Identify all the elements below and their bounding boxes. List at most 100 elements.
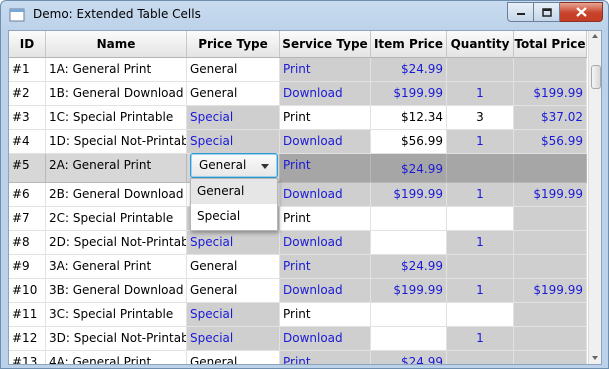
- table-row[interactable]: #1 1A: General Print General Print $24.9…: [9, 58, 587, 82]
- cell-name[interactable]: 1C: Special Printable: [46, 106, 187, 130]
- cell-name[interactable]: 1D: Special Not-Printable: [46, 130, 187, 154]
- cell-item-price[interactable]: $199.99: [371, 183, 447, 207]
- cell-price-type[interactable]: Special: [187, 231, 280, 255]
- cell-service-type[interactable]: Download: [280, 82, 371, 106]
- cell-service-type[interactable]: Print: [280, 154, 371, 183]
- cell-price-type[interactable]: Special: [187, 303, 280, 327]
- table-view[interactable]: ID Name Price Type Service Type Item Pri…: [8, 30, 602, 365]
- minimize-icon: [516, 13, 525, 15]
- table-row[interactable]: #4 1D: Special Not-Printable Special Dow…: [9, 130, 587, 154]
- cell-item-price[interactable]: $199.99: [371, 82, 447, 106]
- price-type-combo[interactable]: General: [190, 153, 278, 178]
- scroll-down-arrow-icon[interactable]: [592, 356, 598, 360]
- table-row[interactable]: #3 1C: Special Printable Special Print $…: [9, 106, 587, 130]
- cell-service-type[interactable]: Print: [280, 303, 371, 327]
- vertical-scrollbar[interactable]: [588, 31, 601, 364]
- cell-price-type[interactable]: Special: [187, 327, 280, 351]
- column-header-item-price[interactable]: Item Price: [371, 31, 447, 57]
- cell-item-price[interactable]: $24.99: [371, 58, 447, 82]
- table-row[interactable]: #8 2D: Special Not-Printable Special Dow…: [9, 231, 587, 255]
- cell-quantity[interactable]: 1: [447, 130, 514, 154]
- table-row-selected[interactable]: #5 2A: General Print Print $24.99: [9, 154, 587, 183]
- column-header-price-type[interactable]: Price Type: [187, 31, 280, 57]
- cell-name[interactable]: 3C: Special Printable: [46, 303, 187, 327]
- cell-item-price[interactable]: [371, 207, 447, 231]
- cell-quantity[interactable]: [447, 154, 514, 183]
- table-row[interactable]: #6 2B: General Download General Download…: [9, 183, 587, 207]
- cell-name[interactable]: 2C: Special Printable: [46, 207, 187, 231]
- cell-item-price[interactable]: $24.99: [371, 351, 447, 364]
- cell-service-type[interactable]: Print: [280, 351, 371, 364]
- cell-quantity[interactable]: 1: [447, 279, 514, 303]
- dropdown-option-general[interactable]: General: [191, 179, 277, 204]
- cell-quantity[interactable]: 1: [447, 82, 514, 106]
- cell-item-price[interactable]: $56.99: [371, 130, 447, 154]
- cell-name[interactable]: 3B: General Download: [46, 279, 187, 303]
- cell-quantity[interactable]: 1: [447, 327, 514, 351]
- cell-item-price[interactable]: [371, 231, 447, 255]
- cell-service-type[interactable]: Print: [280, 207, 371, 231]
- scroll-up-arrow-icon[interactable]: [592, 34, 598, 38]
- cell-id: #7: [9, 207, 46, 231]
- column-header-total-price[interactable]: Total Price: [514, 31, 587, 57]
- cell-name[interactable]: 1B: General Download: [46, 82, 187, 106]
- cell-quantity[interactable]: 1: [447, 183, 514, 207]
- cell-name[interactable]: 2B: General Download: [46, 183, 187, 207]
- cell-name[interactable]: 2A: General Print: [46, 154, 187, 183]
- cell-item-price[interactable]: $199.99: [371, 279, 447, 303]
- cell-name[interactable]: 3A: General Print: [46, 255, 187, 279]
- cell-name[interactable]: 3D: Special Not-Printable: [46, 327, 187, 351]
- table-row[interactable]: #13 4A: General Print General Print $24.…: [9, 351, 587, 364]
- dropdown-option-special[interactable]: Special: [191, 204, 277, 229]
- cell-total-price: $37.02: [514, 106, 587, 130]
- table-row[interactable]: #7 2C: Special Printable Special Print: [9, 207, 587, 231]
- chevron-down-icon[interactable]: [261, 164, 269, 169]
- cell-quantity[interactable]: [447, 207, 514, 231]
- cell-price-type[interactable]: General: [187, 255, 280, 279]
- cell-price-type[interactable]: General: [187, 351, 280, 364]
- close-button[interactable]: [560, 2, 603, 22]
- cell-price-type[interactable]: General: [187, 82, 280, 106]
- cell-quantity[interactable]: [447, 255, 514, 279]
- cell-service-type[interactable]: Print: [280, 58, 371, 82]
- table-row[interactable]: #10 3B: General Download General Downloa…: [9, 279, 587, 303]
- table-row[interactable]: #11 3C: Special Printable Special Print: [9, 303, 587, 327]
- table-row[interactable]: #12 3D: Special Not-Printable Special Do…: [9, 327, 587, 351]
- cell-item-price[interactable]: [371, 327, 447, 351]
- cell-name[interactable]: 4A: General Print: [46, 351, 187, 364]
- cell-service-type[interactable]: Print: [280, 255, 371, 279]
- cell-service-type[interactable]: Download: [280, 231, 371, 255]
- column-header-name[interactable]: Name: [46, 31, 187, 57]
- cell-quantity[interactable]: 3: [447, 106, 514, 130]
- cell-item-price[interactable]: $24.99: [371, 154, 447, 183]
- cell-price-type[interactable]: General: [187, 279, 280, 303]
- column-header-quantity[interactable]: Quantity: [447, 31, 514, 57]
- cell-price-type[interactable]: General: [187, 58, 280, 82]
- cell-item-price[interactable]: $24.99: [371, 255, 447, 279]
- cell-item-price[interactable]: $12.34: [371, 106, 447, 130]
- cell-total-price: $199.99: [514, 183, 587, 207]
- title-bar[interactable]: Demo: Extended Table Cells: [1, 1, 608, 29]
- cell-quantity[interactable]: [447, 351, 514, 364]
- cell-item-price[interactable]: [371, 303, 447, 327]
- minimize-button[interactable]: [507, 2, 534, 22]
- cell-service-type[interactable]: Download: [280, 327, 371, 351]
- cell-name[interactable]: 1A: General Print: [46, 58, 187, 82]
- cell-quantity[interactable]: 1: [447, 231, 514, 255]
- table-row[interactable]: #2 1B: General Download General Download…: [9, 82, 587, 106]
- cell-quantity[interactable]: [447, 58, 514, 82]
- cell-price-type[interactable]: Special: [187, 106, 280, 130]
- cell-service-type[interactable]: Download: [280, 183, 371, 207]
- scrollbar-thumb[interactable]: [591, 65, 601, 89]
- maximize-icon: [541, 7, 552, 17]
- cell-price-type[interactable]: Special: [187, 130, 280, 154]
- column-header-id[interactable]: ID: [9, 31, 46, 57]
- cell-service-type[interactable]: Download: [280, 279, 371, 303]
- column-header-service-type[interactable]: Service Type: [280, 31, 371, 57]
- cell-name[interactable]: 2D: Special Not-Printable: [46, 231, 187, 255]
- cell-service-type[interactable]: Download: [280, 130, 371, 154]
- cell-service-type[interactable]: Print: [280, 106, 371, 130]
- maximize-button[interactable]: [534, 2, 560, 22]
- cell-quantity[interactable]: [447, 303, 514, 327]
- table-row[interactable]: #9 3A: General Print General Print $24.9…: [9, 255, 587, 279]
